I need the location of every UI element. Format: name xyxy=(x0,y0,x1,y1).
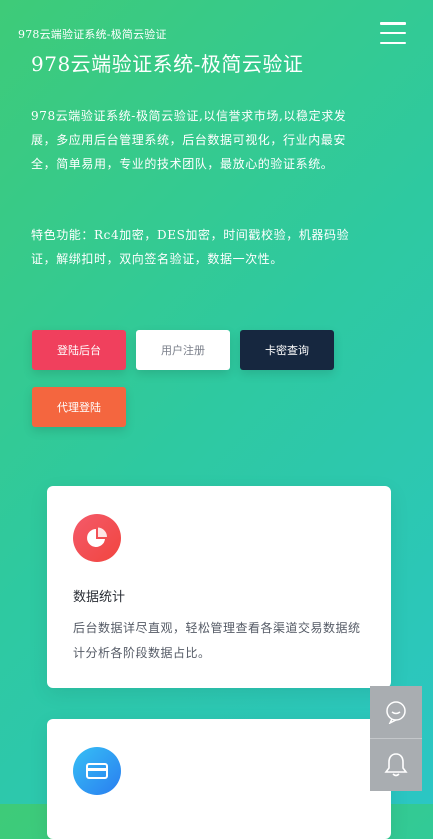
credit-card-icon xyxy=(73,747,121,795)
header-brand[interactable]: 978云端验证系统-极简云验证 xyxy=(18,26,167,42)
login-button[interactable]: 登陆后台 xyxy=(32,330,126,370)
card-title: 数据统计 xyxy=(73,590,126,605)
hero-features: 特色功能：Rc4加密，DES加密，时间戳校验，机器码验证，解绑扣时，双向签名验证… xyxy=(31,228,350,266)
hamburger-menu-icon[interactable] xyxy=(380,22,406,44)
card-description: 后台数据详尽直观，轻松管理查看各渠道交易数据统计分析各阶段数据占比。 xyxy=(73,621,361,660)
feature-card-data-statistics: 数据统计 后台数据详尽直观，轻松管理查看各渠道交易数据统计分析各阶段数据占比。 xyxy=(47,486,391,688)
hero-title: 978云端验证系统-极简云验证 xyxy=(31,52,304,76)
pie-chart-icon xyxy=(73,514,121,562)
chat-bubble-icon[interactable] xyxy=(370,686,422,738)
agent-login-button[interactable]: 代理登陆 xyxy=(32,387,126,427)
register-button[interactable]: 用户注册 xyxy=(136,330,230,370)
hero-description: 978云端验证系统-极简云验证,以信誉求市场,以稳定求发展，多应用后台管理系统，… xyxy=(31,109,347,171)
card-query-button[interactable]: 卡密查询 xyxy=(240,330,334,370)
bell-icon[interactable] xyxy=(370,738,422,791)
feature-card-payment xyxy=(47,719,391,839)
